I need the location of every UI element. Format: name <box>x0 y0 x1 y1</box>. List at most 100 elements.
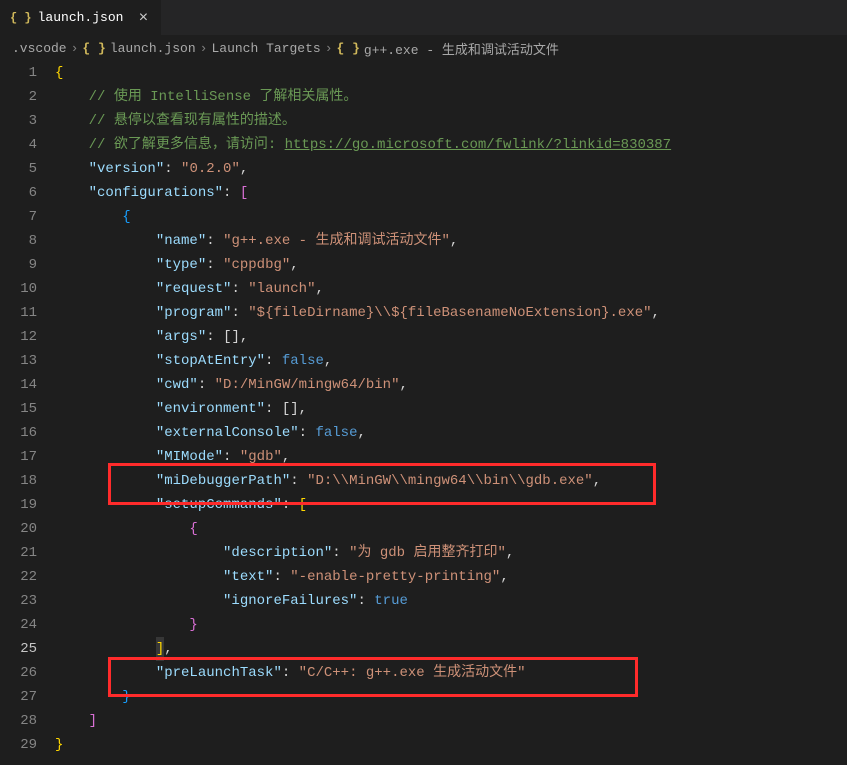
crumb-section[interactable]: Launch Targets <box>211 41 320 56</box>
line-number: 12 <box>0 325 37 349</box>
chevron-right-icon: › <box>200 41 208 56</box>
json-key: "name" <box>156 233 206 249</box>
code-text: } <box>55 737 63 753</box>
json-value: "gdb" <box>240 449 282 465</box>
code-text: [ <box>299 497 307 513</box>
json-key: "miDebuggerPath" <box>156 473 290 489</box>
line-number: 2 <box>0 85 37 109</box>
line-number: 1 <box>0 61 37 85</box>
code-text: , <box>652 305 660 321</box>
line-number: 19 <box>0 493 37 517</box>
line-number: 9 <box>0 253 37 277</box>
line-number: 15 <box>0 397 37 421</box>
code-text: } <box>122 689 130 705</box>
json-icon: { } <box>337 41 360 56</box>
json-value: "0.2.0" <box>181 161 240 177</box>
code-text: , <box>400 377 408 393</box>
line-number: 20 <box>0 517 37 541</box>
line-number: 21 <box>0 541 37 565</box>
code-text: : <box>223 185 240 201</box>
code-text: : <box>206 233 223 249</box>
code-text: : <box>164 161 181 177</box>
code-text: , <box>240 161 248 177</box>
tab-launch-json[interactable]: { } launch.json × <box>0 0 162 35</box>
json-key: "preLaunchTask" <box>156 665 282 681</box>
code-text: { <box>189 521 197 537</box>
line-number: 10 <box>0 277 37 301</box>
breadcrumb[interactable]: .vscode › { } launch.json › Launch Targe… <box>0 35 847 61</box>
code-text: , <box>450 233 458 249</box>
json-key: "environment" <box>156 401 265 417</box>
code-text: : <box>265 401 282 417</box>
json-value: "cppdbg" <box>223 257 290 273</box>
code-text: , <box>164 641 172 657</box>
code-text: : <box>231 281 248 297</box>
code-text: , <box>506 545 514 561</box>
crumb-folder[interactable]: .vscode <box>12 41 67 56</box>
code-text: [], <box>282 401 307 417</box>
json-key: "ignoreFailures" <box>223 593 357 609</box>
code-text: : <box>223 449 240 465</box>
json-value: "-enable-pretty-printing" <box>290 569 500 585</box>
tab-bar: { } launch.json × <box>0 0 847 35</box>
line-number: 22 <box>0 565 37 589</box>
code-text: : <box>332 545 349 561</box>
json-value: "${fileDirname}\\${fileBasenameNoExtensi… <box>248 305 651 321</box>
json-value: false <box>315 425 357 441</box>
code-text: : <box>357 593 374 609</box>
code-text: { <box>55 65 63 81</box>
line-number: 7 <box>0 205 37 229</box>
code-comment: // 欲了解更多信息，请访问: <box>89 137 285 153</box>
crumb-item[interactable]: g++.exe - 生成和调试活动文件 <box>364 39 559 58</box>
json-key: "cwd" <box>156 377 198 393</box>
json-value: "C/C++: g++.exe 生成活动文件" <box>299 665 526 681</box>
json-key: "version" <box>89 161 165 177</box>
code-text: : <box>265 353 282 369</box>
code-text: : <box>273 569 290 585</box>
code-link[interactable]: https://go.microsoft.com/fwlink/?linkid=… <box>285 137 671 153</box>
code-content[interactable]: { // 使用 IntelliSense 了解相关属性。 // 悬停以查看现有属… <box>55 61 847 765</box>
code-editor[interactable]: 1 2 3 4 5 6 7 8 9 10 11 12 13 14 15 16 1… <box>0 61 847 765</box>
line-number: 13 <box>0 349 37 373</box>
line-number: 23 <box>0 589 37 613</box>
json-key: "MIMode" <box>156 449 223 465</box>
code-text: [], <box>223 329 248 345</box>
line-number: 24 <box>0 613 37 637</box>
tab-label: launch.json <box>38 10 124 25</box>
json-key: "program" <box>156 305 232 321</box>
line-number: 17 <box>0 445 37 469</box>
line-number: 26 <box>0 661 37 685</box>
close-icon[interactable]: × <box>135 9 151 27</box>
json-key: "request" <box>156 281 232 297</box>
scrollbar[interactable] <box>835 61 847 765</box>
code-text: : <box>206 329 223 345</box>
json-value: "为 gdb 启用整齐打印" <box>349 545 506 561</box>
json-key: "configurations" <box>89 185 223 201</box>
code-text: , <box>290 257 298 273</box>
code-text: ] <box>89 713 97 729</box>
json-key: "args" <box>156 329 206 345</box>
line-number: 29 <box>0 733 37 757</box>
json-value: "D:/MinGW/mingw64/bin" <box>215 377 400 393</box>
json-key: "text" <box>223 569 273 585</box>
line-number: 18 <box>0 469 37 493</box>
code-text: , <box>282 449 290 465</box>
json-value: true <box>374 593 408 609</box>
code-text: : <box>198 377 215 393</box>
code-text: ] <box>156 641 164 657</box>
code-text: , <box>315 281 323 297</box>
code-text: { <box>122 209 130 225</box>
code-text: , <box>593 473 601 489</box>
json-value: "launch" <box>248 281 315 297</box>
json-key: "externalConsole" <box>156 425 299 441</box>
json-key: "stopAtEntry" <box>156 353 265 369</box>
json-key: "setupCommands" <box>156 497 282 513</box>
json-value: "D:\\MinGW\\mingw64\\bin\\gdb.exe" <box>307 473 593 489</box>
line-number: 28 <box>0 709 37 733</box>
line-number: 3 <box>0 109 37 133</box>
code-text: : <box>290 473 307 489</box>
line-number: 5 <box>0 157 37 181</box>
crumb-file[interactable]: launch.json <box>110 41 196 56</box>
json-key: "type" <box>156 257 206 273</box>
code-text: , <box>500 569 508 585</box>
